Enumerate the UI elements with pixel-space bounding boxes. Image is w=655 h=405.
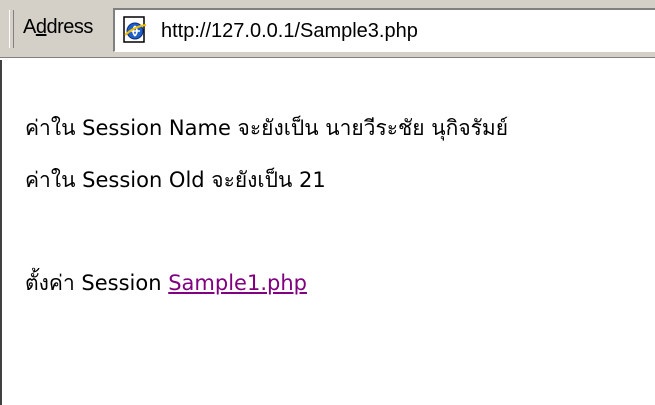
address-label: Address <box>23 13 93 41</box>
address-url[interactable]: http://127.0.0.1/Sample3.php <box>161 18 418 44</box>
address-label-suffix: dress <box>46 16 93 38</box>
set-session-line: ตั้งค่า Session Sample1.php <box>25 268 307 298</box>
address-field[interactable]: http://127.0.0.1/Sample3.php <box>113 8 655 52</box>
browser-window: Address http://127.0.0.1/Sample3.php ค่า… <box>0 0 655 405</box>
set-session-text: ตั้งค่า Session <box>25 271 169 295</box>
address-toolbar: Address http://127.0.0.1/Sample3.php <box>0 0 655 58</box>
page-content <box>0 60 655 405</box>
address-label-prefix: A <box>23 16 36 38</box>
session-old-line: ค่าใน Session Old จะยังเป็น 21 <box>25 168 326 192</box>
sample1-link[interactable]: Sample1.php <box>168 271 307 295</box>
session-name-line: ค่าใน Session Name จะยังเป็น นายวีระชัย … <box>25 116 509 140</box>
ie-page-icon <box>123 16 147 43</box>
address-label-accesskey: d <box>35 16 47 38</box>
toolbar-grip[interactable] <box>9 10 14 48</box>
